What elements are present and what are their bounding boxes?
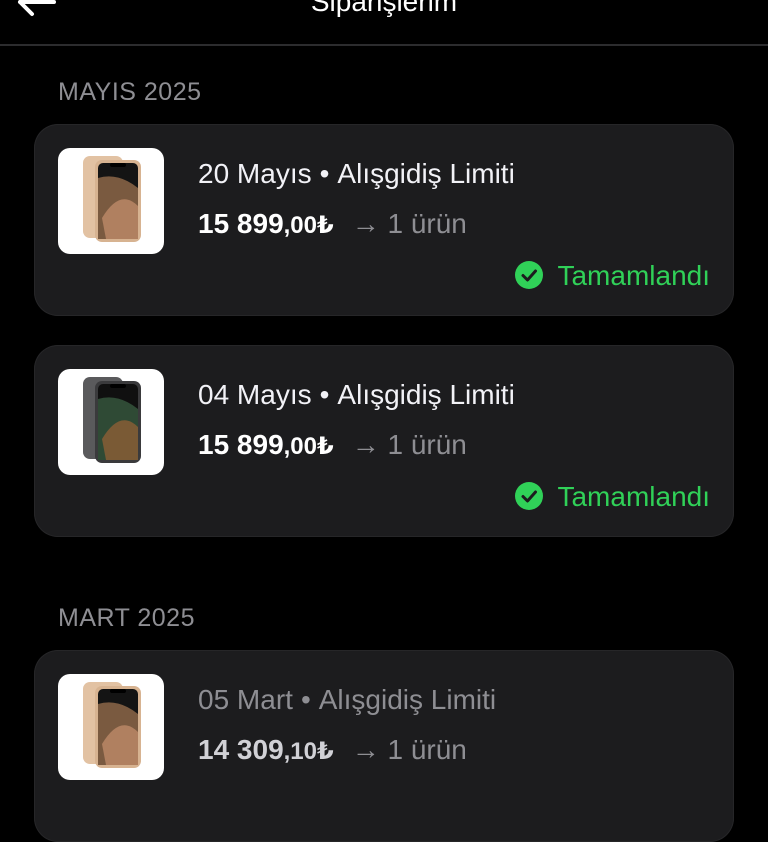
- check-circle-icon: [515, 482, 544, 510]
- page-title: Siparişlerim: [310, 0, 458, 17]
- separator-dot: •: [319, 379, 330, 410]
- order-card[interactable]: 04 Mayıs • Alışgidiş Limiti 15 899,00₺ → 1 …: [34, 345, 734, 537]
- check-circle-icon: [515, 261, 544, 289]
- status-badge: Tamamlandı: [515, 260, 710, 292]
- order-title: 20 Mayıs • Alışgidiş Limiti: [198, 158, 515, 190]
- status-label: Tamamlandı: [557, 260, 710, 291]
- app-header: Siparişlerim: [0, 0, 768, 46]
- price-main: 15 899: [198, 429, 284, 460]
- price-main: 15 899: [198, 208, 284, 239]
- order-price: 15 899,00₺: [198, 208, 334, 239]
- order-summary: 15 899,00₺ → 1 ürün: [198, 208, 467, 240]
- separator-dot: •: [319, 158, 330, 189]
- order-summary: 15 899,00₺ → 1 ürün: [198, 429, 467, 461]
- order-card[interactable]: 20 Mayıs • Alışgidiş Limiti 15 899,00₺ → 1 …: [34, 124, 734, 316]
- order-price: 15 899,00₺: [198, 429, 334, 460]
- section-header-march: MART 2025: [58, 604, 195, 632]
- status-label: Tamamlandı: [557, 481, 710, 512]
- order-type: Alışgidiş Limiti: [318, 684, 497, 715]
- status-badge: Tamamlandı: [515, 481, 710, 513]
- price-decimal: ,00₺: [283, 212, 334, 239]
- item-count: → 1 ürün: [351, 208, 467, 239]
- product-image: [58, 148, 164, 254]
- order-date: 05 Mart: [198, 684, 293, 715]
- product-image: [58, 674, 164, 780]
- order-type: Alışgidiş Limiti: [337, 379, 515, 410]
- separator-dot: •: [300, 684, 311, 715]
- order-card[interactable]: 05 Mart • Alışgidiş Limiti 14 309,10₺ → 1 ü…: [34, 650, 734, 842]
- price-main: 14 309: [198, 734, 284, 765]
- order-title: 05 Mart • Alışgidiş Limiti: [198, 684, 496, 716]
- section-header-may: MAYIS 2025: [58, 78, 202, 106]
- item-count: → 1 ürün: [351, 429, 467, 460]
- order-title: 04 Mayıs • Alışgidiş Limiti: [198, 379, 515, 411]
- price-decimal: ,10₺: [283, 738, 334, 765]
- order-summary: 14 309,10₺ → 1 ürün: [198, 734, 467, 766]
- order-date: 04 Mayıs: [198, 379, 312, 410]
- item-count: → 1 ürün: [351, 734, 467, 765]
- price-decimal: ,00₺: [283, 433, 334, 460]
- order-date: 20 Mayıs: [198, 158, 312, 189]
- product-image: [58, 369, 164, 475]
- order-type: Alışgidiş Limiti: [337, 158, 515, 189]
- order-price: 14 309,10₺: [198, 734, 334, 765]
